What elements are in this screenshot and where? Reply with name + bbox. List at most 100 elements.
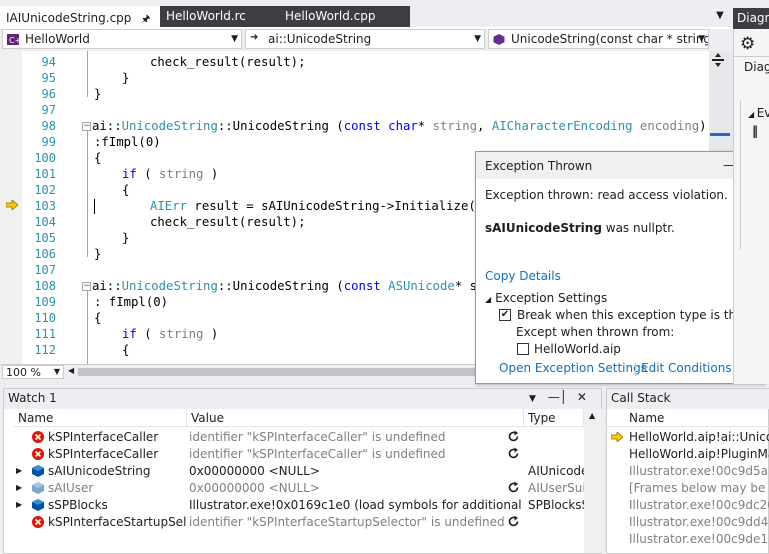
pin-icon[interactable]: —│ <box>548 390 567 404</box>
expand-icon[interactable]: ▶ <box>16 483 22 492</box>
tab-label: HelloWorld.rc <box>166 9 246 23</box>
line-number: 103 <box>34 199 56 213</box>
watch-row[interactable]: kSPInterfaceCaller identifier "kSPInterf… <box>4 446 584 463</box>
current-statement-arrow-icon <box>6 200 18 210</box>
watch-window: Watch 1 ▼ —│ ✕ Name Value Type kSPInterf… <box>3 388 602 554</box>
pause-icon[interactable]: ‖ <box>752 124 758 138</box>
watch-vertical-scrollbar[interactable]: ▲ <box>584 409 602 553</box>
variable-icon <box>32 499 44 511</box>
column-header-name[interactable]: Name <box>607 409 769 427</box>
edit-conditions-link[interactable]: Edit Conditions <box>641 361 732 375</box>
gear-icon[interactable]: ⚙ <box>740 34 760 54</box>
scope-dropdown-value: ai::UnicodeString <box>268 32 372 46</box>
diagnostics-timeline-border <box>740 100 741 250</box>
watch-row[interactable]: kSPInterfaceStartupSelector identifier "… <box>4 514 584 531</box>
code-line: ai::UnicodeString::UnicodeString (const … <box>92 279 499 293</box>
watch-row[interactable]: kSPInterfaceCaller identifier "kSPInterf… <box>4 429 584 446</box>
line-number: 104 <box>34 215 56 229</box>
expand-icon[interactable]: ▶ <box>16 466 22 475</box>
tab-label: HelloWorld.cpp <box>285 9 376 23</box>
scroll-marker <box>710 133 730 136</box>
zoom-value: 100 % <box>6 366 41 379</box>
watch-row[interactable]: ▶ sAIUnicodeString 0x00000000 <NULL> AIU… <box>4 463 584 480</box>
code-line: check_result(result); <box>150 55 306 69</box>
window-controls: ▼ —│ ✕ <box>529 390 587 404</box>
variable-icon <box>32 465 44 477</box>
line-number: 96 <box>41 87 56 101</box>
tab-helloworld-cpp[interactable]: HelloWorld.cpp <box>272 6 410 27</box>
collapse-toggle-icon[interactable]: − <box>82 122 91 131</box>
watch-name: kSPInterfaceCaller <box>48 430 159 444</box>
call-stack-frame[interactable]: HelloWorld.aip!ai::UnicodeString::Unicod… <box>629 430 769 444</box>
collapse-toggle-icon[interactable]: − <box>82 282 91 291</box>
module-exception-label: HelloWorld.aip <box>534 342 621 356</box>
project-dropdown[interactable]: C+ HelloWorld ▼ <box>2 29 242 49</box>
dropdown-icon[interactable]: ▼ <box>529 394 536 404</box>
line-number: 101 <box>34 167 56 181</box>
column-header-name[interactable]: Name <box>14 409 187 427</box>
editor-horizontal-scroll-thumb[interactable] <box>78 368 480 376</box>
refresh-icon[interactable] <box>507 430 520 443</box>
outline-guide <box>87 129 88 257</box>
watch-row[interactable]: ▶ sAIUser 0x00000000 <NULL> AIUserSuite … <box>4 480 584 497</box>
module-exception-checkbox[interactable] <box>517 343 529 355</box>
code-line: if ( string ) <box>122 167 219 181</box>
watch-type: AIUnicodeStringSuite * <box>528 464 584 478</box>
watch-value: 0x00000000 <NULL> <box>189 464 320 478</box>
refresh-icon[interactable] <box>507 447 520 460</box>
watch-type: AIUserSuite * <box>528 481 584 495</box>
watch-value: identifier "kSPInterfaceStartupSelector"… <box>189 515 505 529</box>
code-line: } <box>122 71 130 85</box>
line-number: 99 <box>41 135 56 149</box>
watch-name: sSPBlocks <box>48 498 108 512</box>
line-number: 110 <box>34 311 56 325</box>
error-icon <box>32 516 44 528</box>
call-stack-frame[interactable]: HelloWorld.aip!PluginMain <box>629 447 769 461</box>
line-number: 94 <box>41 55 56 69</box>
watch-value: identifier "kSPInterfaceCaller" is undef… <box>189 430 446 444</box>
exception-detail-text: was nullptr. <box>601 221 675 235</box>
expand-icon[interactable]: ▶ <box>16 500 22 509</box>
chevron-down-icon: ▼ <box>53 367 60 376</box>
call-stack-frame[interactable]: [Frames below may be incorrect] <box>629 481 769 495</box>
chevron-down-icon: ▼ <box>474 34 481 44</box>
code-line: } <box>122 231 130 245</box>
call-stack-frame[interactable]: Illustrator.exe!00c9dd4a() <box>629 515 769 529</box>
watch-row[interactable]: ▶ sSPBlocks Illustrator.exe!0x0169c1e0 (… <box>4 497 584 514</box>
tab-iaiunicodestring-cpp[interactable]: IAIUnicodeString.cpp 🖈︎ ✕ <box>0 6 169 27</box>
call-stack-frame[interactable]: Illustrator.exe!00c9dc20() <box>629 498 769 512</box>
zoom-dropdown[interactable]: 100 % ▼ <box>2 365 64 379</box>
line-number: 97 <box>41 103 56 117</box>
code-line: if ( string ) <box>122 327 219 341</box>
split-window-icon[interactable] <box>711 53 725 67</box>
watch-name: kSPInterfaceStartupSelector <box>48 515 186 529</box>
copy-details-link[interactable]: Copy Details <box>485 269 561 283</box>
column-header-type[interactable]: Type <box>524 409 584 427</box>
scroll-up-icon[interactable]: ▲ <box>589 411 595 420</box>
watch-window-title: Watch 1 <box>4 389 601 409</box>
break-on-exception-checkbox[interactable]: ✔ <box>499 309 511 321</box>
call-stack-frame[interactable]: Illustrator.exe!00c9de13() <box>629 532 769 546</box>
scroll-left-icon[interactable]: ◀ <box>68 366 74 375</box>
navigation-bar: C+ HelloWorld ▼ ➜ ai::UnicodeString ▼ Un… <box>0 29 769 51</box>
open-exception-settings-link[interactable]: Open Exception Settings <box>499 361 647 375</box>
code-line: } <box>94 87 102 101</box>
tab-overflow-dropdown-icon[interactable]: ▼ <box>713 10 727 24</box>
column-header-value[interactable]: Value <box>187 409 524 427</box>
refresh-icon[interactable] <box>507 515 520 528</box>
line-number: 111 <box>34 327 56 341</box>
scope-dropdown[interactable]: ➜ ai::UnicodeString ▼ <box>245 29 485 49</box>
variable-icon <box>32 482 44 494</box>
exception-settings-header[interactable]: ◢ Exception Settings <box>485 291 607 305</box>
diagnostic-tools-tab[interactable]: Diagnostic Tools <box>733 8 769 29</box>
line-number: 107 <box>34 263 56 277</box>
member-dropdown[interactable]: UnicodeString(const char * string, AICh … <box>488 29 709 49</box>
close-icon[interactable]: ✕ <box>577 390 587 404</box>
refresh-icon[interactable] <box>507 481 520 494</box>
diagnostics-session-label: Diagnostics session <box>744 60 769 74</box>
line-number: 105 <box>34 231 56 245</box>
tab-helloworld-rc[interactable]: HelloWorld.rc <box>160 6 272 27</box>
project-icon: C+ <box>7 34 19 45</box>
call-stack-frame[interactable]: Illustrator.exe!00c9d5a7() <box>629 464 769 478</box>
code-line: { <box>122 183 130 197</box>
